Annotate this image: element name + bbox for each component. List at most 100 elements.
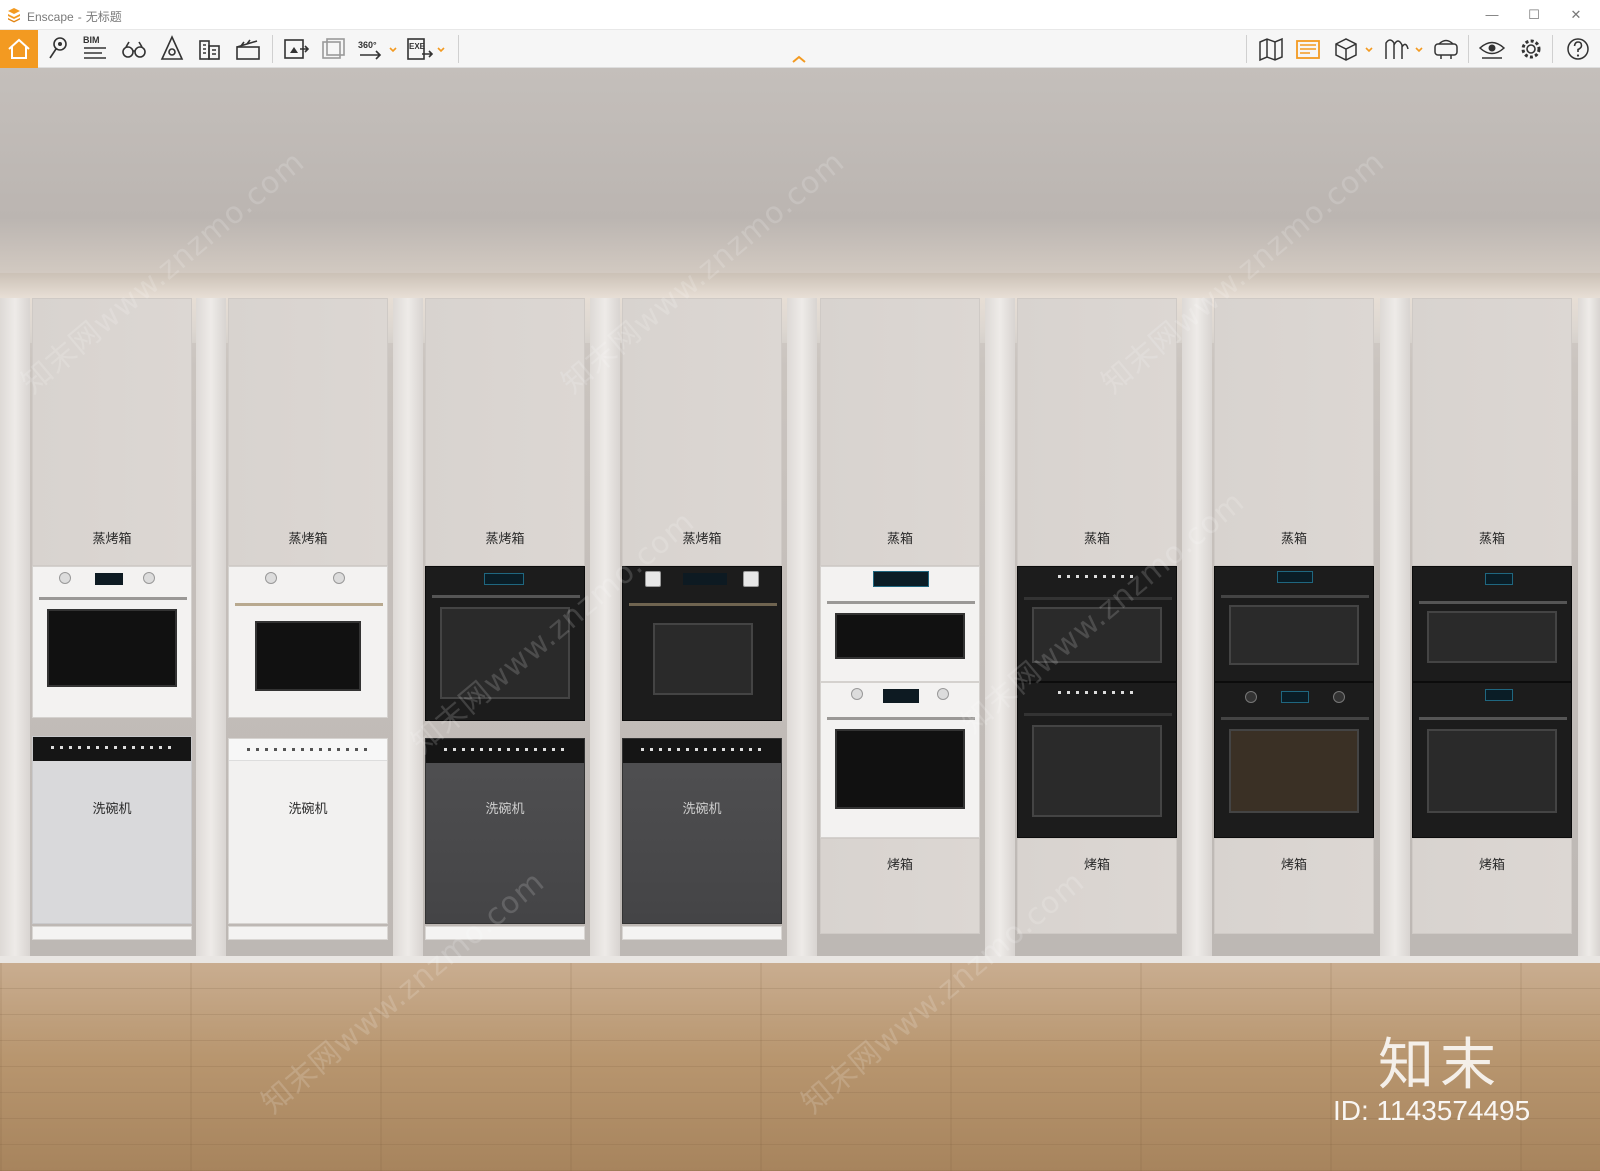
bottom-appliance-label: 洗碗机 [682, 802, 722, 817]
cabinet-column-8: 蒸箱 烤箱 [1412, 298, 1572, 960]
chevron-down-icon[interactable] [1364, 45, 1374, 55]
oven-handle [235, 603, 383, 606]
oven-window [653, 623, 753, 695]
bottom-appliance-label: 洗碗机 [485, 802, 525, 817]
oven-display [683, 573, 727, 585]
vr-headset-button[interactable] [1430, 33, 1462, 65]
bottom-appliance-label: 洗碗机 [288, 802, 328, 817]
oven-window [835, 729, 965, 809]
asset-library-button[interactable] [1292, 33, 1324, 65]
screenshot-export-icon [284, 39, 310, 59]
buildings-button[interactable] [194, 33, 226, 65]
oven-display [873, 571, 929, 587]
cabinet-divider [0, 298, 30, 960]
close-button[interactable]: ✕ [1556, 0, 1596, 30]
chevron-down-icon[interactable] [388, 45, 398, 55]
video-editor-button[interactable] [232, 33, 264, 65]
material-icon [1385, 39, 1409, 59]
plinth [622, 926, 782, 940]
dishwasher [32, 736, 192, 924]
steam-oven [32, 566, 192, 718]
location-button[interactable] [42, 33, 74, 65]
control-buttons [641, 748, 765, 751]
cabinet-column-7: 蒸箱 烤箱 [1214, 298, 1374, 960]
control-buttons [1058, 691, 1138, 694]
top-appliance-label: 蒸箱 [886, 532, 913, 547]
toolbar-separator [272, 35, 273, 63]
bim-icon: BIM [83, 35, 106, 59]
home-button[interactable] [0, 30, 38, 68]
settings-button[interactable] [1515, 33, 1547, 65]
top-appliance-label: 蒸烤箱 [485, 532, 525, 547]
exe-export-button[interactable]: EXE [404, 33, 436, 65]
light-view-icon [160, 35, 184, 60]
chevron-down-icon[interactable] [436, 45, 446, 55]
visibility-eye-icon [1478, 41, 1506, 59]
top-appliance-label: 蒸烤箱 [92, 532, 132, 547]
oven-window [1427, 611, 1557, 663]
panorama-360-button[interactable]: 360° [356, 33, 388, 65]
bottom-appliance-label: 烤箱 [886, 858, 913, 873]
cabinet-divider [393, 298, 423, 960]
cabinet-divider [1578, 298, 1600, 960]
oven-button [743, 571, 759, 587]
control-buttons [51, 746, 175, 749]
cabinet-lower-panel [1214, 838, 1374, 934]
enscape-logo-icon [8, 8, 20, 23]
exe-label: EXE [409, 42, 426, 51]
screenshot-export-button[interactable] [280, 33, 312, 65]
cabinet-column-4: 蒸烤箱 洗碗机 [622, 298, 782, 960]
bottom-appliance-label: 洗碗机 [92, 802, 132, 817]
help-button[interactable] [1562, 33, 1594, 65]
plinth [32, 926, 192, 940]
cabinet-divider [1380, 298, 1410, 960]
collapse-toolbar-chevron-icon[interactable] [790, 54, 808, 64]
oven-handle [629, 603, 777, 606]
view-binoculars-button[interactable] [118, 33, 150, 65]
oven-knob [937, 688, 949, 700]
oven-display [883, 689, 919, 703]
binoculars-icon [122, 41, 146, 58]
panorama-360-icon: 360° [358, 40, 382, 60]
render-viewport[interactable]: 蒸烤箱 洗碗机 蒸烤箱 洗碗机 蒸烤箱 洗碗机 蒸烤箱 洗碗机 蒸箱 烤箱 蒸箱… [0, 68, 1600, 1171]
oven-display [1277, 571, 1313, 583]
batch-render-button[interactable] [318, 33, 350, 65]
dishwasher-control-panel [33, 737, 191, 761]
cabinet-lower-panel [1412, 838, 1572, 934]
brand-watermark: 知末 [1378, 1033, 1502, 1098]
chevron-down-icon[interactable] [1414, 45, 1424, 55]
material-editor-button[interactable] [1380, 33, 1412, 65]
light-view-button[interactable] [156, 33, 188, 65]
maximize-icon: ☐ [1528, 7, 1540, 22]
bim-label: BIM [83, 35, 100, 45]
settings-gear-icon [1521, 39, 1541, 59]
title-bar: Enscape - 无标题 — ☐ ✕ [0, 0, 1600, 30]
oven-knob [851, 688, 863, 700]
oven [1214, 682, 1374, 838]
app-name: Enscape [27, 10, 74, 24]
document-title: 无标题 [85, 10, 122, 24]
plinth [228, 926, 388, 940]
oven-handle [1419, 717, 1567, 720]
steam-oven [820, 566, 980, 682]
maximize-button[interactable]: ☐ [1514, 0, 1554, 30]
minimize-icon: — [1485, 7, 1499, 22]
video-clapper-icon [236, 39, 260, 60]
oven-handle [827, 601, 975, 604]
bim-button[interactable]: BIM [80, 33, 112, 65]
visibility-button[interactable] [1476, 33, 1508, 65]
oven [1412, 682, 1572, 838]
oven-window [255, 621, 361, 691]
oven-display [484, 573, 524, 585]
oven-handle [1221, 595, 1369, 598]
oven-knob [333, 572, 345, 584]
oven-knob [59, 572, 71, 584]
home-icon [8, 38, 30, 59]
cube-view-button[interactable] [1330, 33, 1362, 65]
minimize-button[interactable]: — [1472, 0, 1512, 30]
map-button[interactable] [1255, 33, 1287, 65]
toolbar-separator [1552, 35, 1553, 63]
cabinet-divider [1182, 298, 1212, 960]
title-separator: - [77, 10, 82, 24]
toolbar-separator [1246, 35, 1247, 63]
